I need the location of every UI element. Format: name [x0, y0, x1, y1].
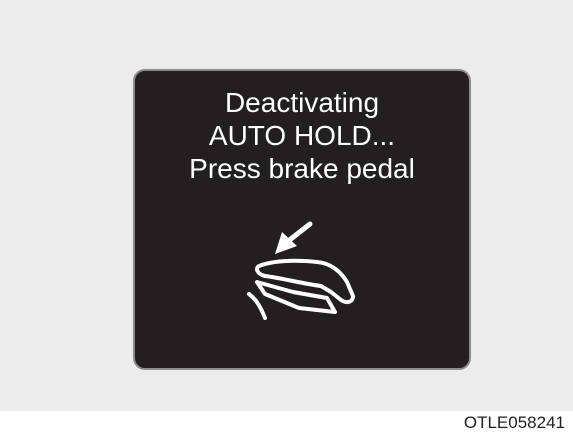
figure-code: OTLE058241 — [463, 413, 565, 432]
message-line-2: AUTO HOLD... — [208, 120, 396, 151]
message-line-1: Deactivating — [224, 87, 380, 118]
message-text: Deactivating AUTO HOLD... Press brake pe… — [135, 86, 469, 185]
cluster-display: Deactivating AUTO HOLD... Press brake pe… — [133, 69, 471, 370]
brake-pedal-press-icon — [247, 221, 355, 320]
message-line-3: Press brake pedal — [189, 153, 415, 184]
motion-arc-icon — [247, 292, 267, 320]
press-arrow-icon — [275, 221, 313, 254]
figure-background: Deactivating AUTO HOLD... Press brake pe… — [0, 0, 573, 411]
